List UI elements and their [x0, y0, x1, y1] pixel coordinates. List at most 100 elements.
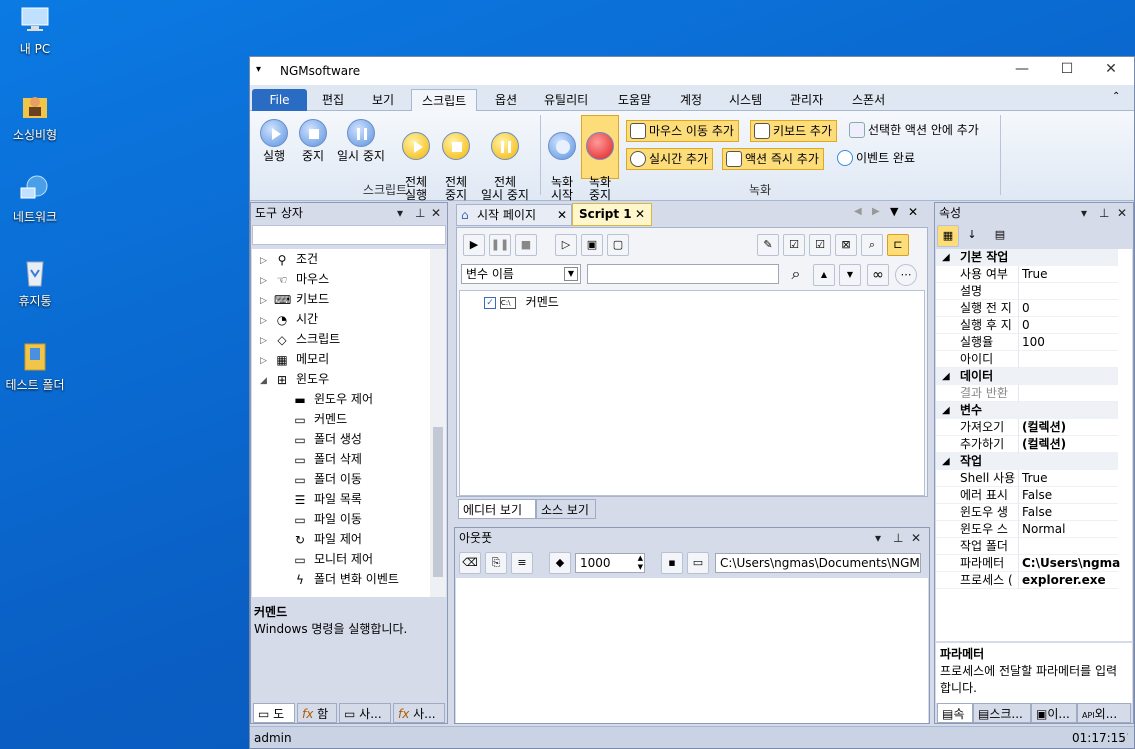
desktop-icon-user[interactable]: 소싱비형	[0, 90, 70, 143]
tab-toolbox[interactable]: ▭ 도	[253, 703, 295, 723]
step-over-icon[interactable]: ▢	[607, 234, 629, 256]
property-category[interactable]: ◢ 데이터	[936, 368, 1118, 385]
property-row[interactable]: 가져오기 (컬렉션)	[936, 419, 1118, 436]
maximize-button[interactable]: ☐	[1052, 61, 1082, 81]
pin-icon[interactable]: ⊥	[893, 528, 903, 548]
desktop-icon-network[interactable]: 네트워크	[0, 172, 70, 225]
close-panel-icon[interactable]: ✕	[908, 205, 918, 219]
property-value[interactable]: False	[1022, 487, 1052, 504]
toolbox-item[interactable]: ▭ 모니터 제어	[292, 549, 373, 569]
tab-external[interactable]: API외...	[1077, 703, 1131, 723]
save-icon[interactable]: ▪	[661, 552, 683, 574]
tab-properties[interactable]: ▤속	[937, 703, 973, 723]
property-value[interactable]: 100	[1022, 334, 1045, 351]
search-icon[interactable]: ⌕	[785, 264, 807, 286]
property-row[interactable]: 실행 전 지 0	[936, 300, 1118, 317]
property-row[interactable]: 에러 표시 False	[936, 487, 1118, 504]
property-value[interactable]: False	[1022, 504, 1052, 521]
tab-close-icon[interactable]: ✕	[557, 205, 567, 225]
tab-options[interactable]: 옵션	[485, 89, 527, 111]
toolbox-scrollbar[interactable]	[430, 249, 446, 597]
add-mouse-move-button[interactable]: 마우스 이동 추가	[626, 120, 739, 142]
variable-name-select[interactable]: 변수 이름 ▼	[461, 264, 581, 284]
record-stop-button[interactable]: 녹화 중지	[581, 115, 619, 202]
property-row[interactable]: 작업 폴더	[936, 538, 1118, 555]
scrollbar-thumb[interactable]	[433, 427, 443, 577]
tab-images[interactable]: ▣이...	[1031, 703, 1077, 723]
edit-icon[interactable]: ✎	[757, 234, 779, 256]
line-count-input[interactable]: 1000 ▲ ▼	[575, 553, 645, 573]
tab-file[interactable]: File	[252, 89, 307, 111]
toolbox-item[interactable]: ▷ ◔ 시간	[260, 309, 318, 329]
tab-script-1[interactable]: Script 1 ✕	[572, 203, 652, 226]
dropdown-icon[interactable]: ▾	[875, 528, 881, 548]
clear-icon[interactable]: ⌫	[459, 552, 481, 574]
collapse-ribbon-icon[interactable]: ⌃	[1112, 91, 1120, 102]
toolbox-item[interactable]: ▷ ◇ 스크립트	[260, 329, 340, 349]
property-category[interactable]: ◢ 변수	[936, 402, 1118, 419]
expand-arrow-icon[interactable]: ▷	[260, 291, 274, 311]
property-value[interactable]: (컬렉션)	[1022, 436, 1066, 453]
tab-help[interactable]: 도움말	[608, 89, 661, 111]
pin-icon[interactable]: ⊥	[1099, 203, 1109, 223]
property-row[interactable]: 사용 여부 True	[936, 266, 1118, 283]
stop-icon[interactable]: ■	[515, 234, 537, 256]
tab-edit[interactable]: 편집	[312, 89, 354, 111]
tab-script-explorer[interactable]: ▤스크...	[973, 703, 1031, 723]
tab-source-view[interactable]: 소스 보기	[536, 499, 596, 519]
tab-sponsor[interactable]: 스폰서	[842, 89, 895, 111]
toolbox-item[interactable]: ▭ 폴더 삭제	[292, 449, 362, 469]
tab-functions[interactable]: fx 함	[297, 703, 337, 723]
toolbox-item[interactable]: ▷ ⚲ 조건	[260, 249, 318, 269]
checkbox-icon[interactable]: ✓	[484, 296, 496, 309]
property-value[interactable]: 0	[1022, 300, 1030, 317]
expand-arrow-icon[interactable]: ▷	[260, 271, 274, 291]
close-panel-icon[interactable]: ✕	[431, 203, 441, 223]
property-value[interactable]: True	[1022, 470, 1048, 487]
property-row[interactable]: 추가하기 (컬렉션)	[936, 436, 1118, 453]
toolbox-item[interactable]: ▭ 폴더 생성	[292, 429, 362, 449]
property-value[interactable]: C:\Users\ngma	[1022, 555, 1120, 572]
previous-icon[interactable]: ▲	[813, 264, 835, 286]
loop-icon[interactable]: ∞	[867, 264, 889, 286]
tab-script[interactable]: 스크립트	[411, 89, 478, 111]
property-value[interactable]: True	[1022, 266, 1048, 283]
open-folder-icon[interactable]: ▭	[687, 552, 709, 574]
property-value[interactable]: Normal	[1022, 521, 1065, 538]
list-icon[interactable]: ≡	[511, 552, 533, 574]
chevron-down-icon[interactable]: ▼	[564, 267, 578, 281]
tab-account[interactable]: 계정	[670, 89, 712, 111]
tab-close-icon[interactable]: ✕	[635, 204, 645, 225]
tab-admin[interactable]: 관리자	[780, 89, 833, 111]
toolbox-item[interactable]: ▭ 폴더 이동	[292, 469, 362, 489]
eraser-icon[interactable]: ◆	[549, 552, 571, 574]
resize-grip-icon[interactable]: ⋰	[1120, 727, 1129, 749]
play-icon[interactable]: ▶	[463, 234, 485, 256]
property-pages-icon[interactable]: ▤	[989, 225, 1011, 247]
uncheck-icon[interactable]: ☑	[809, 234, 831, 256]
add-action-now-button[interactable]: 액션 즉시 추가	[722, 148, 824, 170]
property-row[interactable]: 윈도우 스 Normal	[936, 521, 1118, 538]
add-keyboard-button[interactable]: 키보드 추가	[750, 120, 838, 142]
categorized-icon[interactable]: ▦	[937, 225, 959, 247]
property-category[interactable]: ◢ 작업	[936, 453, 1118, 470]
step-icon[interactable]: ▷	[555, 234, 577, 256]
editor-search-input[interactable]	[587, 264, 779, 284]
expand-arrow-icon[interactable]: ▷	[260, 311, 274, 331]
expand-arrow-icon[interactable]: ▷	[260, 351, 274, 371]
run-button[interactable]: 실행	[256, 119, 292, 163]
property-row[interactable]: 윈도우 생 False	[936, 504, 1118, 521]
dropdown-icon[interactable]: ▾	[1081, 203, 1087, 223]
dropdown-icon[interactable]: ▾	[397, 203, 403, 223]
property-category[interactable]: ◢ 기본 작업	[936, 249, 1118, 266]
check-icon[interactable]: ☑	[783, 234, 805, 256]
pin-icon[interactable]: ⊥	[415, 203, 425, 223]
search-icon[interactable]: ⌕	[861, 234, 883, 256]
toolbox-item[interactable]: ▷ ☜ 마우스	[260, 269, 329, 289]
collapse-arrow-icon[interactable]: ◢	[942, 402, 950, 419]
dropdown-icon[interactable]: ▼	[890, 205, 898, 218]
output-path-input[interactable]: C:\Users\ngmas\Documents\NGM6\	[715, 553, 921, 573]
system-menu-icon[interactable]: ▾	[256, 64, 261, 75]
add-realtime-button[interactable]: 실시간 추가	[626, 148, 714, 170]
add-in-selected-button[interactable]: 선택한 액션 안에 추가	[846, 120, 983, 142]
